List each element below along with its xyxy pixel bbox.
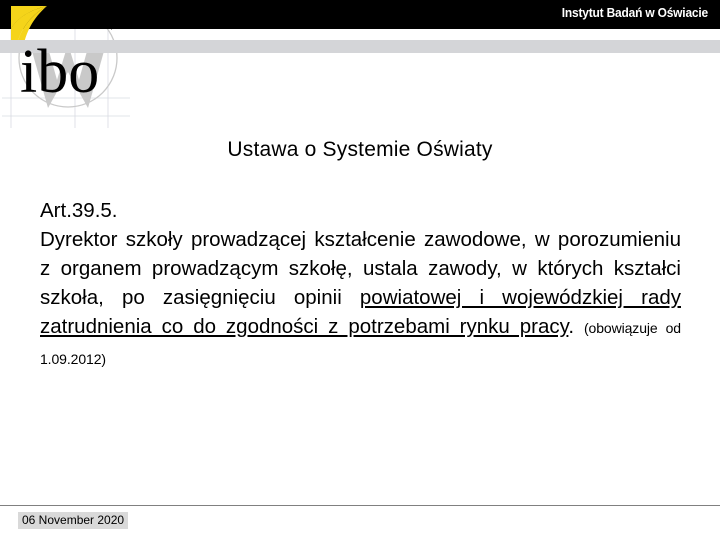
ibo-logo-graphic: ibo [0,0,150,128]
paragraph-text-period: . [568,315,584,338]
footer-date: 06 November 2020 [18,512,129,529]
page-title: Ustawa o Systemie Oświaty [227,138,493,161]
slide: Instytut Badań w Oświacie ibo Ustawa o S… [0,0,720,540]
article-label: Art.39.5. [40,199,118,222]
organization-name: Instytut Badań w Oświacie [561,5,708,20]
ibo-logo: ibo [0,0,150,130]
logo-wordmark: ibo [20,38,99,106]
article-paragraph: Dyrektor szkoły prowadzącej kształcenie … [40,225,681,403]
footer-divider [0,505,720,506]
slide-body: Art.39.5. Dyrektor szkoły prowadzącej ks… [40,196,681,403]
